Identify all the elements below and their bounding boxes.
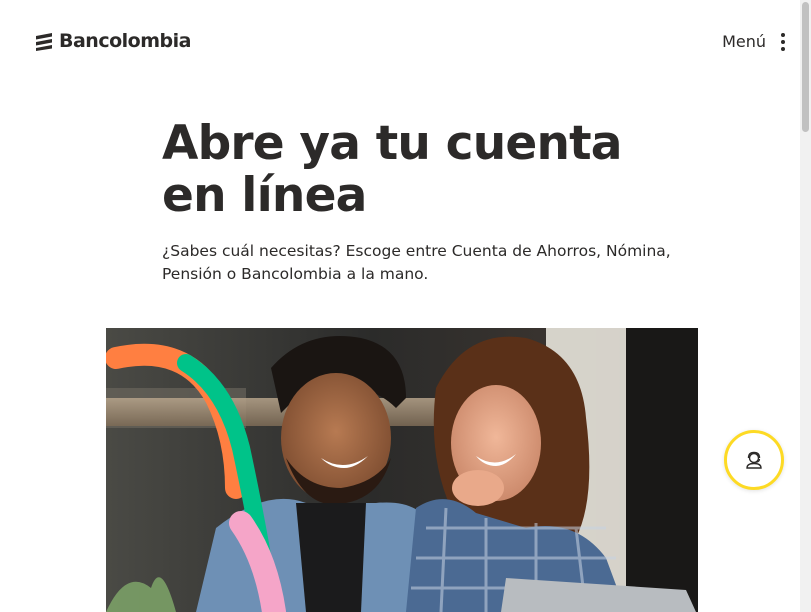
page-subtitle-line-2: Pensión o Bancolombia a la mano. bbox=[162, 265, 429, 283]
support-agent-icon bbox=[746, 451, 762, 469]
hero-image bbox=[106, 328, 698, 612]
page-title: Abre ya tu cuenta en línea bbox=[162, 118, 682, 222]
bancolombia-logo[interactable]: Bancolombia bbox=[35, 30, 191, 52]
menu-label: Menú bbox=[722, 32, 766, 51]
bancolombia-logo-icon bbox=[36, 33, 52, 51]
page: Bancolombia Menú Abre ya tu cuenta en lí… bbox=[0, 0, 811, 612]
scrollbar-thumb[interactable] bbox=[802, 2, 809, 132]
page-title-line-2: en línea bbox=[162, 168, 367, 223]
hero-photo-illustration bbox=[106, 328, 698, 612]
site-header: Bancolombia Menú bbox=[0, 0, 800, 86]
support-chat-button[interactable] bbox=[724, 430, 784, 490]
kebab-vertical-icon bbox=[780, 32, 786, 51]
page-subtitle-line-1: ¿Sabes cuál necesitas? Escoge entre Cuen… bbox=[162, 242, 671, 260]
logo-text: Bancolombia bbox=[59, 30, 191, 52]
page-title-line-1: Abre ya tu cuenta bbox=[162, 116, 622, 171]
vertical-scrollbar[interactable] bbox=[800, 0, 811, 612]
menu-button[interactable]: Menú bbox=[722, 32, 786, 51]
page-subtitle: ¿Sabes cuál necesitas? Escoge entre Cuen… bbox=[162, 240, 682, 286]
